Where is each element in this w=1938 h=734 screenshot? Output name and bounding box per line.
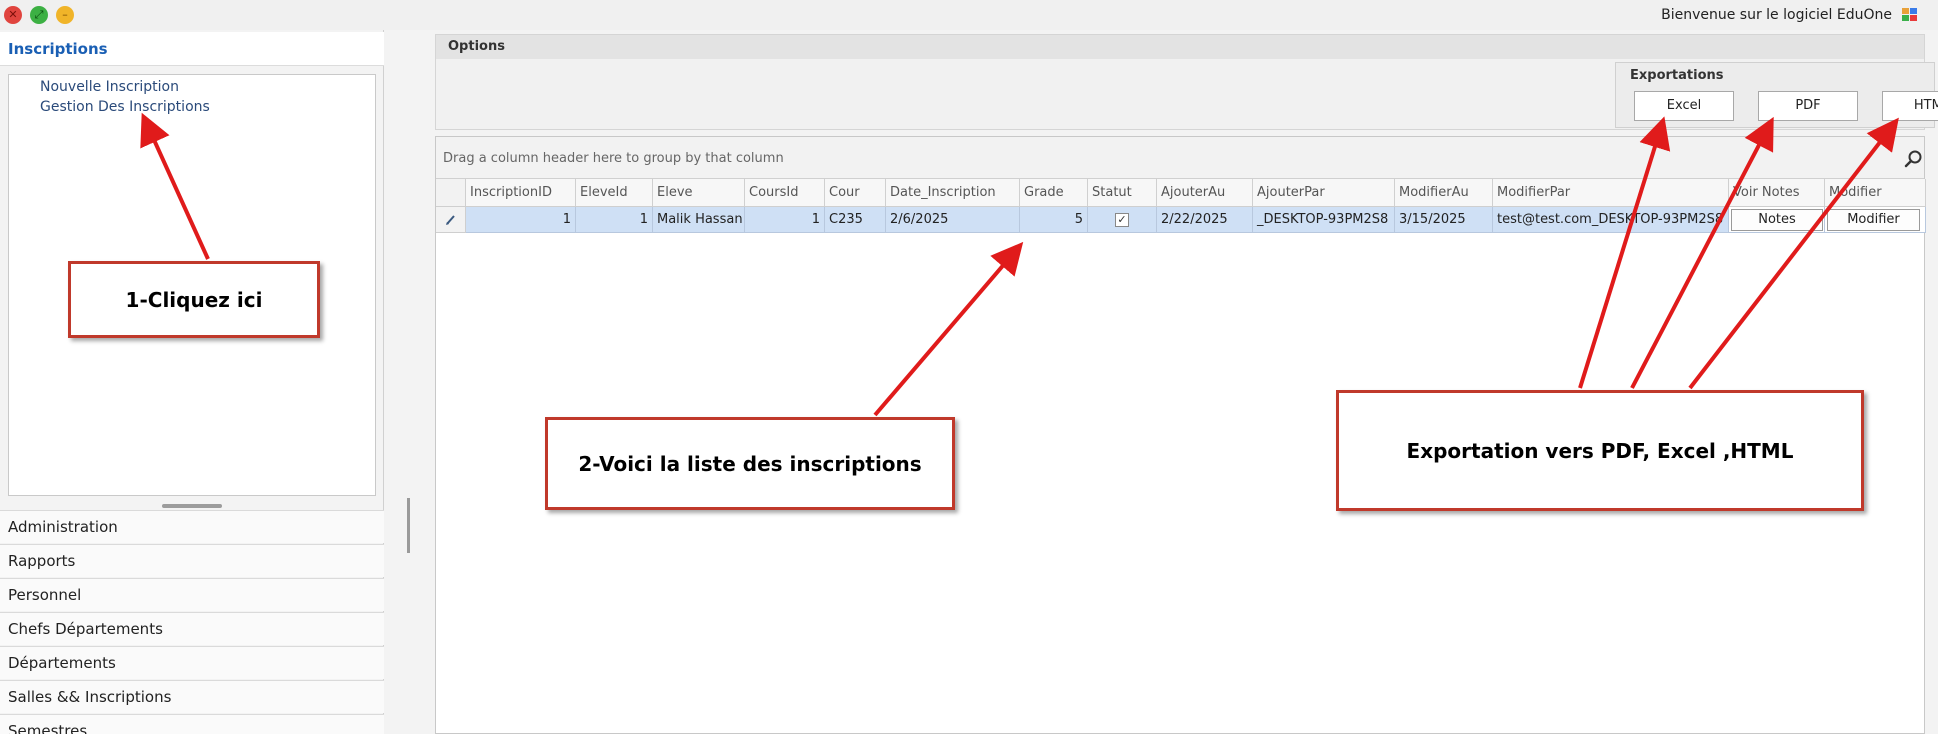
cell-eleveid[interactable]: 1 (576, 207, 653, 233)
col-header-grade[interactable]: Grade (1020, 179, 1088, 207)
app-icon (1902, 8, 1918, 22)
nav-group-inscriptions[interactable]: Inscriptions (0, 32, 384, 66)
cell-grade[interactable]: 5 (1020, 207, 1088, 233)
cell-ajouterpar[interactable]: _DESKTOP-93PM2S8 (1253, 207, 1395, 233)
col-header-coursid[interactable]: CoursId (745, 179, 825, 207)
col-header-inscriptionid[interactable]: InscriptionID (466, 179, 576, 207)
cell-coursid[interactable]: 1 (745, 207, 825, 233)
col-header-ajouterau[interactable]: AjouterAu (1157, 179, 1253, 207)
cell-statut[interactable]: ✓ (1088, 207, 1157, 233)
cell-ajouterau[interactable]: 2/22/2025 (1157, 207, 1253, 233)
cell-modifierpar[interactable]: test@test.com_DESKTOP-93PM2S8 (1493, 207, 1729, 233)
col-header-ajouterpar[interactable]: AjouterPar (1253, 179, 1395, 207)
row-edit-indicator (436, 207, 466, 233)
col-header-statut[interactable]: Statut (1088, 179, 1157, 207)
export-html-button[interactable]: HTML (1882, 91, 1938, 121)
exports-title: Exportations (1630, 68, 1724, 83)
col-header-modifier[interactable]: Modifier (1825, 179, 1926, 207)
col-header-modifierau[interactable]: ModifierAu (1395, 179, 1493, 207)
cell-modifierau[interactable]: 3/15/2025 (1395, 207, 1493, 233)
pencil-icon (446, 215, 455, 225)
pane-splitter[interactable] (407, 498, 410, 553)
nav-splitter-handle[interactable] (162, 504, 222, 508)
nav-section-rapports[interactable]: Rapports (0, 544, 384, 577)
callout-step2: 2-Voici la liste des inscriptions (545, 417, 955, 510)
callout-step1: 1-Cliquez ici (68, 261, 320, 338)
cell-date-inscription[interactable]: 2/6/2025 (886, 207, 1020, 233)
cell-eleve[interactable]: Malik Hassan (653, 207, 745, 233)
cell-inscriptionid[interactable]: 1 (466, 207, 576, 233)
notes-button[interactable]: Notes (1731, 209, 1823, 231)
options-title: Options (436, 35, 1924, 59)
nav-section-personnel[interactable]: Personnel (0, 578, 384, 611)
nav-link-gestion-inscriptions[interactable]: Gestion Des Inscriptions (40, 99, 210, 115)
nav-section-semestres[interactable]: Semestres (0, 714, 384, 734)
col-header-cour[interactable]: Cour (825, 179, 886, 207)
col-header-voir-notes[interactable]: Voir Notes (1729, 179, 1825, 207)
options-panel: Options Exportations Excel PDF HTML (435, 34, 1938, 130)
nav-link-nouvelle-inscription[interactable]: Nouvelle Inscription (40, 79, 179, 95)
modifier-button[interactable]: Modifier (1827, 209, 1920, 231)
maximize-window-icon[interactable]: ⤢ (30, 6, 48, 24)
col-header-eleveid[interactable]: EleveId (576, 179, 653, 207)
nav-section-salles-inscriptions[interactable]: Salles && Inscriptions (0, 680, 384, 713)
group-by-panel[interactable]: Drag a column header here to group by th… (436, 137, 1924, 179)
minimize-window-icon[interactable]: – (56, 6, 74, 24)
col-header-eleve[interactable]: Eleve (653, 179, 745, 207)
cell-cour[interactable]: C235 (825, 207, 886, 233)
close-window-icon[interactable]: ✕ (4, 6, 22, 24)
row-indicator-header (436, 179, 466, 207)
nav-section-departements[interactable]: Départements (0, 646, 384, 679)
navigation-panel: Inscriptions Nouvelle Inscription Gestio… (0, 30, 384, 734)
col-header-modifierpar[interactable]: ModifierPar (1493, 179, 1729, 207)
exports-group: Exportations Excel PDF HTML (1615, 62, 1938, 128)
search-icon[interactable] (1904, 149, 1924, 169)
col-header-date-inscription[interactable]: Date_Inscription (886, 179, 1020, 207)
nav-section-chefs-departements[interactable]: Chefs Départements (0, 612, 384, 645)
export-pdf-button[interactable]: PDF (1758, 91, 1858, 121)
statut-checkbox[interactable]: ✓ (1115, 213, 1129, 227)
title-bar: ✕ ⤢ – Bienvenue sur le logiciel EduOne (0, 0, 1938, 30)
welcome-text: Bienvenue sur le logiciel EduOne (1661, 7, 1892, 23)
callout-export: Exportation vers PDF, Excel ,HTML (1336, 390, 1864, 511)
export-excel-button[interactable]: Excel (1634, 91, 1734, 121)
nav-section-administration[interactable]: Administration (0, 510, 384, 543)
